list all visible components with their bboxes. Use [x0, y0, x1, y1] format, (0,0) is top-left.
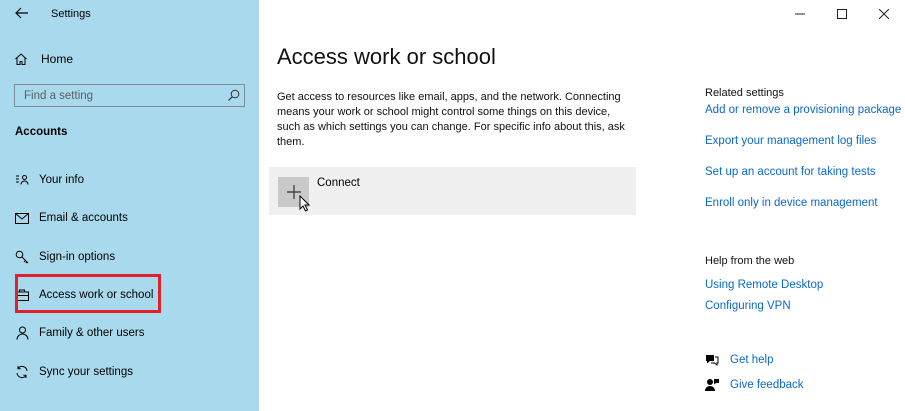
sidebar-item-label: Your info [39, 174, 84, 186]
sidebar-item-sync-settings[interactable]: Sync your settings [14, 362, 244, 382]
maximize-icon [837, 9, 847, 19]
close-button[interactable] [863, 0, 905, 28]
maximize-button[interactable] [821, 0, 863, 28]
back-button[interactable] [12, 4, 32, 22]
person-info-icon [14, 172, 30, 188]
link-export-log-files[interactable]: Export your management log files [705, 135, 876, 147]
selection-highlight-box [15, 274, 161, 313]
search-placeholder: Find a setting [24, 89, 94, 102]
search-icon[interactable] [222, 85, 244, 106]
related-settings-heading: Related settings [705, 87, 784, 99]
mouse-cursor-icon [299, 195, 310, 212]
home-nav-item[interactable]: Home [14, 50, 73, 68]
get-help-link[interactable]: Get help [705, 353, 773, 366]
link-remote-desktop[interactable]: Using Remote Desktop [705, 279, 823, 291]
minimize-icon [795, 13, 805, 15]
mail-icon [14, 210, 30, 226]
sidebar-item-email-accounts[interactable]: Email & accounts [14, 208, 244, 228]
home-label: Home [41, 52, 74, 66]
help-heading: Help from the web [705, 255, 795, 267]
key-icon [14, 249, 30, 265]
sidebar-item-label: Sign-in options [39, 251, 116, 263]
connect-label: Connect [317, 177, 360, 189]
sidebar-item-label: Family & other users [39, 327, 145, 339]
link-account-for-tests[interactable]: Set up an account for taking tests [705, 166, 876, 178]
minimize-button[interactable] [779, 0, 821, 28]
sidebar: Settings Home Find a setting Accounts Yo… [0, 0, 259, 411]
sync-icon [14, 364, 30, 380]
link-provisioning-package[interactable]: Add or remove a provisioning package [705, 104, 901, 116]
give-feedback-link[interactable]: Give feedback [705, 378, 804, 392]
connect-button[interactable]: Connect [269, 167, 636, 215]
search-input[interactable]: Find a setting [14, 84, 245, 107]
sidebar-item-family-other-users[interactable]: Family & other users [14, 323, 244, 343]
sidebar-item-label: Sync your settings [39, 366, 133, 378]
help-chat-icon [706, 355, 719, 366]
person-icon [14, 325, 30, 341]
sidebar-item-sign-in-options[interactable]: Sign-in options [14, 247, 244, 267]
page-description: Get access to resources like email, apps… [277, 91, 625, 148]
title-bar: Settings [0, 0, 259, 28]
app-title: Settings [51, 8, 91, 20]
window-controls [779, 0, 905, 28]
close-icon [879, 9, 889, 19]
back-arrow-icon [15, 7, 28, 19]
link-configuring-vpn[interactable]: Configuring VPN [705, 300, 791, 312]
sidebar-item-label: Email & accounts [39, 212, 128, 224]
feedback-icon [705, 379, 719, 391]
sidebar-item-your-info[interactable]: Your info [14, 170, 244, 190]
section-heading: Accounts [15, 126, 68, 138]
home-icon [15, 53, 27, 65]
page-title: Access work or school [277, 44, 496, 69]
link-enroll-device-management[interactable]: Enroll only in device management [705, 197, 878, 209]
